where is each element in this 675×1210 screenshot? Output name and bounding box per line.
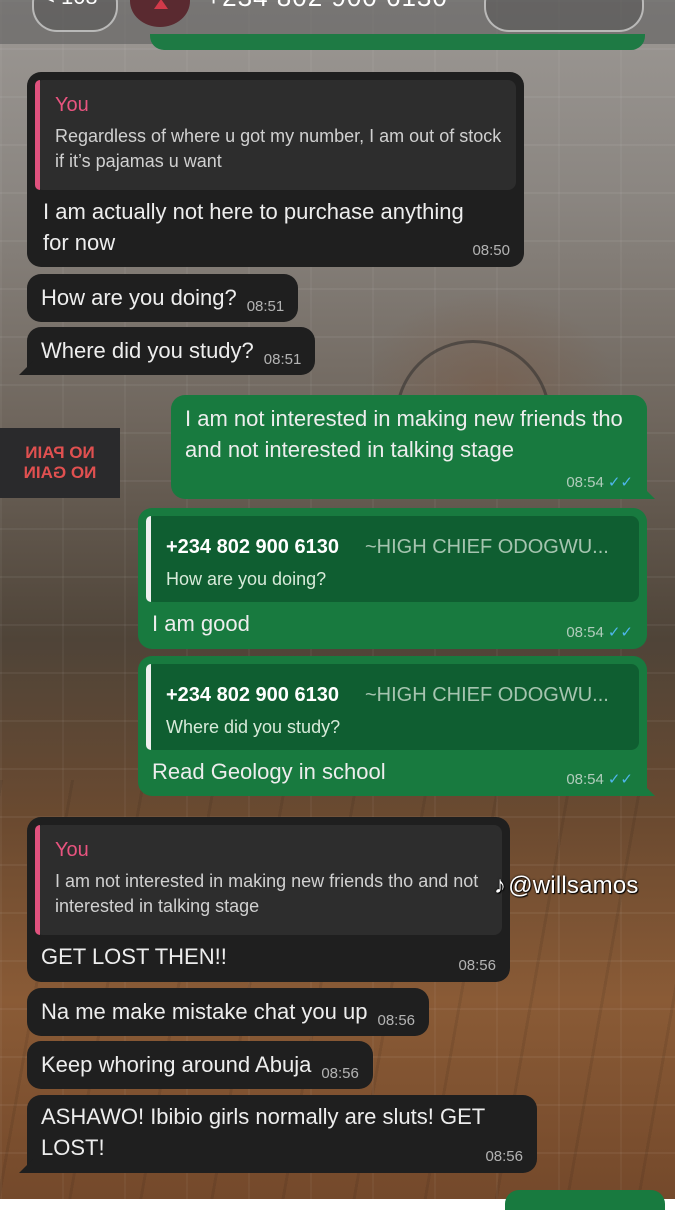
outgoing-message[interactable]: +234 802 900 6130 ~HIGH CHIEF ODOGWU... … — [138, 508, 647, 649]
incoming-message[interactable]: Keep whoring around Abuja 08:56 — [27, 1041, 373, 1089]
message-time: 08:56 — [321, 1065, 359, 1082]
quote-text: I am not interested in making new friend… — [55, 871, 479, 916]
read-receipt-icon: ✓✓ — [607, 624, 633, 641]
message-time: 08:56 — [485, 1148, 523, 1165]
read-receipt-icon: ✓✓ — [607, 474, 633, 491]
wallpaper-sign-line: NO GAIN — [23, 463, 97, 482]
contact-number[interactable]: +234 802 900 6130 — [206, 0, 448, 13]
wallpaper-sign: NO PAIN NO GAIN — [0, 428, 120, 498]
message-text: ASHAWO! Ibibio girls normally are sluts!… — [41, 1104, 485, 1160]
message-time: 08:51 — [246, 298, 285, 315]
wallpaper-sign-line: NO PAIN — [25, 443, 95, 462]
quote-text: How are you doing? — [166, 569, 327, 589]
quote-author-phone: +234 802 900 6130 — [166, 684, 339, 706]
contact-avatar[interactable] — [130, 0, 190, 27]
back-count-label[interactable]: < 108 — [42, 0, 98, 10]
incoming-message[interactable]: Where did you study? 08:51 — [18, 327, 316, 375]
quoted-message[interactable]: +234 802 900 6130 ~HIGH CHIEF ODOGWU... … — [146, 516, 639, 602]
message-time: 08:51 — [263, 351, 302, 368]
quote-author-name: ~HIGH CHIEF ODOGWU... — [364, 536, 609, 558]
previous-outgoing-bubble-edge — [150, 34, 645, 50]
message-text: Where did you study? — [41, 338, 254, 363]
quote-author-name: ~HIGH CHIEF ODOGWU... — [364, 684, 609, 706]
outgoing-message[interactable]: +234 802 900 6130 ~HIGH CHIEF ODOGWU... … — [138, 656, 655, 796]
avatar-icon — [154, 0, 168, 9]
message-time: 08:54 ✓✓ — [566, 474, 633, 491]
next-outgoing-bubble-edge — [505, 1190, 665, 1210]
quote-text: Where did you study? — [166, 717, 341, 737]
quoted-message[interactable]: You I am not interested in making new fr… — [35, 825, 502, 935]
quoted-message[interactable]: +234 802 900 6130 ~HIGH CHIEF ODOGWU... … — [146, 664, 639, 750]
message-text: GET LOST THEN!! — [41, 944, 227, 969]
tiktok-watermark: ♪@willsamos — [494, 872, 639, 899]
message-time: 08:56 — [377, 1012, 416, 1029]
message-time: 08:50 — [472, 242, 510, 259]
chat-header: < 108 +234 802 900 6130 — [0, 0, 675, 50]
message-text: I am good — [152, 611, 250, 636]
quoted-message[interactable]: You Regardless of where u got my number,… — [35, 80, 516, 190]
read-receipt-icon: ✓✓ — [607, 771, 633, 788]
message-time: 08:56 — [458, 957, 496, 974]
message-time: 08:54 ✓✓ — [566, 771, 633, 788]
message-text: Keep whoring around Abuja — [41, 1052, 312, 1077]
quote-text: Regardless of where u got my number, I a… — [55, 126, 502, 171]
incoming-message[interactable]: You I am not interested in making new fr… — [27, 817, 510, 982]
incoming-message[interactable]: ASHAWO! Ibibio girls normally are sluts!… — [19, 1095, 537, 1173]
message-text: Read Geology in school — [152, 759, 386, 784]
outgoing-message[interactable]: I am not interested in making new friend… — [171, 395, 655, 499]
incoming-message[interactable]: Na me make mistake chat you up 08:56 — [27, 988, 430, 1036]
quote-author-phone: +234 802 900 6130 — [166, 536, 339, 558]
message-text: I am not interested in making new friend… — [185, 406, 623, 462]
message-text: Na me make mistake chat you up — [41, 999, 368, 1024]
incoming-message[interactable]: You Regardless of where u got my number,… — [27, 72, 524, 267]
incoming-message[interactable]: How are you doing? 08:51 — [27, 274, 299, 322]
quote-author: You — [55, 94, 89, 116]
message-text: How are you doing? — [41, 285, 237, 310]
call-actions[interactable] — [484, 0, 644, 32]
message-text: I am actually not here to purchase anyth… — [43, 199, 464, 255]
tiktok-icon: ♪ — [494, 872, 507, 899]
message-time: 08:54 ✓✓ — [566, 624, 633, 641]
quote-author: You — [55, 839, 89, 861]
